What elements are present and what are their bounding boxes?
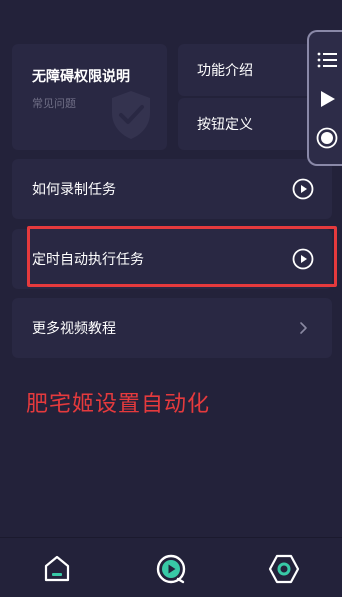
bottom-nav (0, 537, 342, 597)
shield-check-icon (112, 91, 150, 139)
annotation-text: 肥宅姬设置自动化 (26, 392, 211, 417)
accessibility-card[interactable]: 无障碍权限说明 常见问题 (12, 44, 167, 150)
floating-toolbar[interactable] (307, 30, 342, 166)
accessibility-subtitle: 常见问题 (32, 97, 76, 110)
button-definition-label: 按钮定义 (197, 117, 253, 133)
chevron-right-icon (300, 322, 307, 334)
app-screen: 无障碍权限说明 常见问题 功能介绍 按钮定义 如何录制任务 定时自动执行任务 更… (0, 0, 342, 597)
button-definition-card[interactable]: 按钮定义 (178, 98, 328, 150)
home-icon[interactable] (40, 552, 74, 586)
features-intro-label: 功能介绍 (197, 63, 253, 79)
play-circle-icon (292, 178, 314, 200)
row-more-tutorials[interactable]: 更多视频教程 (12, 298, 332, 358)
highlight-box (27, 226, 337, 287)
row-label: 如何录制任务 (32, 182, 116, 198)
list-icon[interactable] (316, 49, 338, 71)
accessibility-title: 无障碍权限说明 (32, 69, 130, 85)
row-label: 更多视频教程 (32, 321, 116, 337)
row-how-to-record[interactable]: 如何录制任务 (12, 159, 332, 219)
play-icon[interactable] (316, 88, 338, 110)
video-play-icon[interactable] (154, 552, 188, 586)
settings-hex-icon[interactable] (267, 552, 301, 586)
record-icon[interactable] (316, 127, 338, 149)
features-intro-card[interactable]: 功能介绍 (178, 44, 328, 96)
